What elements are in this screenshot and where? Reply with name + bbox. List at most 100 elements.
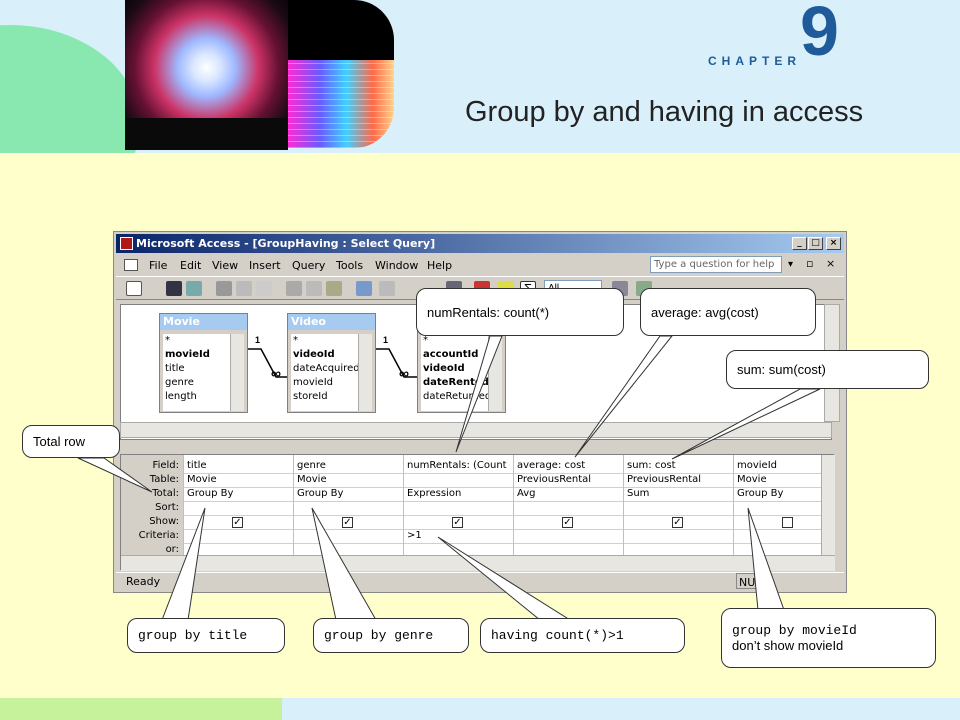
- print-icon[interactable]: [216, 281, 232, 296]
- callout-numrentals: numRentals: count(*): [416, 288, 624, 336]
- join-many-label: ∞: [271, 365, 281, 381]
- row-label-table: Table:: [149, 474, 179, 485]
- show-checkbox-unchecked[interactable]: [782, 517, 793, 528]
- cell-field[interactable]: numRentals: (Count: [407, 460, 511, 471]
- menu-help[interactable]: Help: [427, 259, 452, 272]
- callout-text: Total row: [33, 434, 86, 449]
- close-button[interactable]: ×: [826, 237, 841, 250]
- callout-text: sum: sum(cost): [737, 362, 826, 377]
- menu-window[interactable]: Window: [375, 259, 418, 272]
- callout-text: group by title: [138, 628, 248, 643]
- numlock-indicator: NUM: [736, 573, 766, 589]
- cell-table[interactable]: PreviousRental: [517, 474, 621, 485]
- cell-criteria[interactable]: >1: [407, 530, 511, 541]
- cell-field[interactable]: sum: cost: [627, 460, 731, 471]
- save-icon[interactable]: [166, 281, 182, 296]
- show-checkbox[interactable]: ✓: [342, 517, 353, 528]
- join-many-label: ∞: [399, 365, 409, 381]
- help-search-input[interactable]: Type a question for help: [650, 256, 782, 273]
- grid-vertical-scrollbar[interactable]: [821, 455, 835, 555]
- grid-horizontal-scrollbar[interactable]: [121, 555, 835, 571]
- menu-query[interactable]: Query: [292, 259, 325, 272]
- menu-edit[interactable]: Edit: [180, 259, 201, 272]
- cell-total[interactable]: Group By: [187, 488, 291, 499]
- cell-total[interactable]: Sum: [627, 488, 731, 499]
- cell-field[interactable]: average: cost: [517, 460, 621, 471]
- callout-group-by-genre: group by genre: [313, 618, 469, 653]
- menu-view[interactable]: View: [212, 259, 238, 272]
- grid-column-movieid[interactable]: movieId Movie Group By: [733, 455, 821, 571]
- window-title: Microsoft Access - [GroupHaving : Select…: [136, 237, 436, 250]
- menu-file[interactable]: File: [149, 259, 167, 272]
- callout-average: average: avg(cost): [640, 288, 816, 336]
- cell-table[interactable]: Movie: [737, 474, 821, 485]
- grid-column-sum[interactable]: sum: cost PreviousRental Sum ✓: [623, 455, 733, 571]
- callout-text: average: avg(cost): [651, 304, 759, 320]
- row-label-total: Total:: [152, 488, 179, 499]
- page-title: Group by and having in access: [465, 96, 864, 128]
- decorative-image-right-top: [288, 0, 394, 60]
- decorative-image-left-base: [125, 118, 288, 150]
- callout-group-by-movieid: group by movieId don’t show movieId: [721, 608, 936, 668]
- footer-band-blue: [282, 698, 960, 720]
- cell-total[interactable]: Group By: [297, 488, 401, 499]
- grid-column-genre[interactable]: genre Movie Group By ✓: [293, 455, 403, 571]
- row-label-show: Show:: [149, 516, 179, 527]
- show-checkbox[interactable]: ✓: [562, 517, 573, 528]
- design-pane-horizontal-scrollbar[interactable]: [120, 422, 832, 438]
- document-icon[interactable]: [124, 259, 138, 271]
- callout-sum: sum: sum(cost): [726, 350, 929, 389]
- join-one-label: 1: [255, 335, 261, 345]
- status-text: Ready: [126, 575, 161, 588]
- cell-table[interactable]: Movie: [297, 474, 401, 485]
- cut-icon[interactable]: [286, 281, 302, 296]
- status-bar: Ready NUM: [116, 572, 844, 590]
- menu-insert[interactable]: Insert: [249, 259, 281, 272]
- show-checkbox[interactable]: ✓: [452, 517, 463, 528]
- copy-icon[interactable]: [306, 281, 322, 296]
- search-icon[interactable]: [186, 281, 202, 296]
- callout-text: group by genre: [324, 628, 434, 643]
- view-icon[interactable]: [126, 281, 142, 296]
- cell-total[interactable]: Avg: [517, 488, 621, 499]
- grid-column-title[interactable]: title Movie Group By ✓: [183, 455, 293, 571]
- cell-total[interactable]: Group By: [737, 488, 821, 499]
- cell-field[interactable]: title: [187, 460, 291, 471]
- minimize-button[interactable]: _: [792, 237, 807, 250]
- query-design-grid: Field: Table: Total: Sort: Show: Criteri…: [120, 454, 835, 571]
- chapter-label: CHAPTER: [708, 54, 802, 68]
- grid-column-average[interactable]: average: cost PreviousRental Avg ✓: [513, 455, 623, 571]
- paste-icon[interactable]: [326, 281, 342, 296]
- grid-column-numrentals[interactable]: numRentals: (Count Expression ✓ >1: [403, 455, 513, 571]
- access-app-icon: [120, 237, 133, 250]
- row-label-field: Field:: [152, 460, 179, 471]
- callout-total-row: Total row: [22, 425, 120, 458]
- menu-bar: File Edit View Insert Query Tools Window…: [116, 255, 844, 275]
- show-checkbox[interactable]: ✓: [672, 517, 683, 528]
- spelling-icon[interactable]: [256, 281, 272, 296]
- callout-text: having count(*)>1: [491, 628, 624, 643]
- print-preview-icon[interactable]: [236, 281, 252, 296]
- cell-total[interactable]: Expression: [407, 488, 511, 499]
- callout-group-by-title: group by title: [127, 618, 285, 653]
- close-doc-icon[interactable]: ×: [826, 257, 835, 270]
- row-label-criteria: Criteria:: [138, 530, 179, 541]
- grid-row-labels: Field: Table: Total: Sort: Show: Criteri…: [121, 455, 183, 571]
- window-titlebar[interactable]: Microsoft Access - [GroupHaving : Select…: [116, 234, 844, 253]
- menu-tools[interactable]: Tools: [336, 259, 363, 272]
- chevron-down-icon[interactable]: ▾: [788, 259, 793, 270]
- row-label-or: or:: [165, 544, 179, 555]
- cell-table[interactable]: PreviousRental: [627, 474, 731, 485]
- undo-icon[interactable]: [356, 281, 372, 296]
- cell-table[interactable]: Movie: [187, 474, 291, 485]
- chapter-number: 9: [800, 0, 839, 70]
- restore-doc-icon[interactable]: ▫: [806, 257, 813, 270]
- show-checkbox[interactable]: ✓: [232, 517, 243, 528]
- cell-field[interactable]: movieId: [737, 460, 821, 471]
- cell-field[interactable]: genre: [297, 460, 401, 471]
- callout-text: group by movieId: [732, 623, 857, 638]
- maximize-button[interactable]: □: [808, 237, 823, 250]
- access-window: Microsoft Access - [GroupHaving : Select…: [113, 231, 847, 593]
- redo-icon[interactable]: [379, 281, 395, 296]
- row-label-sort: Sort:: [155, 502, 179, 513]
